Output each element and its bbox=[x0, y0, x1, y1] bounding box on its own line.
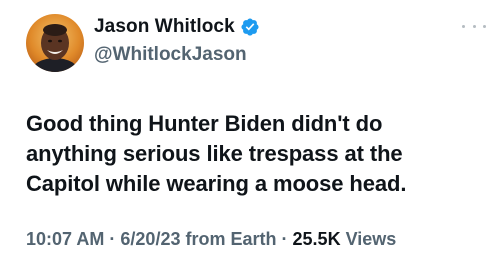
more-dot bbox=[462, 24, 465, 28]
author-display-name[interactable]: Jason Whitlock bbox=[94, 16, 235, 38]
more-horizontal-icon[interactable] bbox=[462, 20, 486, 32]
tweet-text-line: anything serious like trespass at the bbox=[26, 141, 403, 166]
tweet-text-line: Good thing Hunter Biden didn't do bbox=[26, 111, 383, 136]
views-label: Views bbox=[345, 229, 397, 249]
meta-separator: · bbox=[281, 229, 288, 249]
tweet-text-line: Capitol while wearing a moose head. bbox=[26, 171, 407, 196]
meta-separator: · bbox=[109, 229, 116, 249]
tweet-date[interactable]: 6/20/23 bbox=[120, 229, 180, 249]
avatar-image bbox=[26, 14, 84, 72]
tweet-text: Good thing Hunter Biden didn't do anythi… bbox=[26, 109, 486, 199]
more-dot bbox=[483, 24, 486, 28]
verified-badge-icon[interactable] bbox=[240, 17, 260, 37]
tweet-source: from Earth bbox=[185, 229, 277, 249]
more-dot bbox=[472, 24, 476, 28]
author-name-row[interactable]: Jason Whitlock bbox=[94, 16, 260, 38]
tweet-meta: 10:07 AM · 6/20/23 from Earth · 25.5K Vi… bbox=[26, 229, 396, 250]
avatar[interactable] bbox=[26, 14, 84, 72]
tweet-card: Jason Whitlock @WhitlockJason Good thing… bbox=[0, 0, 500, 263]
tweet-time[interactable]: 10:07 AM bbox=[26, 229, 104, 249]
author-handle[interactable]: @WhitlockJason bbox=[94, 44, 247, 66]
views-count[interactable]: 25.5K bbox=[293, 229, 341, 249]
